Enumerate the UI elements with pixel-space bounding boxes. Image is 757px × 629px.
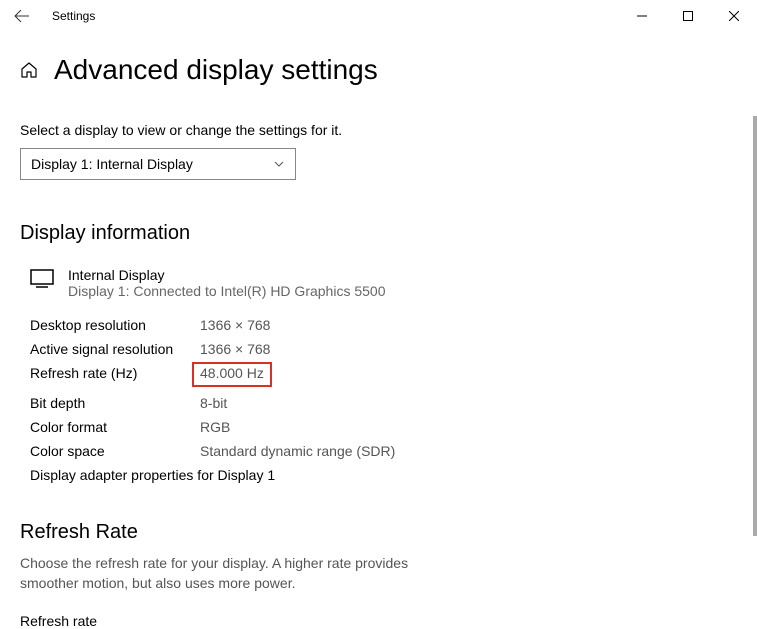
table-row: Desktop resolution 1366 × 768 <box>30 317 737 333</box>
refresh-rate-label: Refresh rate <box>20 613 737 629</box>
home-button[interactable] <box>20 61 38 79</box>
close-icon <box>729 11 739 21</box>
refresh-rate-heading: Refresh Rate <box>20 521 737 544</box>
table-row: Color format RGB <box>30 419 737 435</box>
info-value: 1366 × 768 <box>200 317 270 333</box>
info-label: Refresh rate (Hz) <box>30 365 200 387</box>
titlebar-left: Settings <box>0 0 95 32</box>
display-info-header: Internal Display Display 1: Connected to… <box>30 267 737 299</box>
display-connection: Display 1: Connected to Intel(R) HD Grap… <box>68 283 385 299</box>
display-selector[interactable]: Display 1: Internal Display <box>20 148 296 180</box>
display-info-table: Desktop resolution 1366 × 768 Active sig… <box>30 317 737 459</box>
window-title: Settings <box>52 9 95 23</box>
window-controls <box>619 0 757 32</box>
display-select-label: Select a display to view or change the s… <box>20 122 737 138</box>
content-area: Advanced display settings Select a displ… <box>0 54 757 629</box>
table-row: Active signal resolution 1366 × 768 <box>30 341 737 357</box>
page-title: Advanced display settings <box>54 54 378 86</box>
minimize-icon <box>637 11 647 21</box>
titlebar: Settings <box>0 0 757 32</box>
info-value: 8-bit <box>200 395 227 411</box>
info-label: Color format <box>30 419 200 435</box>
adapter-properties-link[interactable]: Display adapter properties for Display 1 <box>30 467 737 483</box>
info-label: Desktop resolution <box>30 317 200 333</box>
refresh-rate-description: Choose the refresh rate for your display… <box>20 554 420 593</box>
chevron-down-icon <box>273 158 285 170</box>
info-label: Color space <box>30 443 200 459</box>
info-label: Active signal resolution <box>30 341 200 357</box>
info-value: 1366 × 768 <box>200 341 270 357</box>
refresh-rate-value-highlighted: 48.000 Hz <box>192 362 272 387</box>
info-value: RGB <box>200 419 230 435</box>
home-icon <box>20 61 38 79</box>
info-value: Standard dynamic range (SDR) <box>200 443 395 459</box>
close-button[interactable] <box>711 0 757 32</box>
info-label: Bit depth <box>30 395 200 411</box>
table-row: Bit depth 8-bit <box>30 395 737 411</box>
minimize-button[interactable] <box>619 0 665 32</box>
display-name: Internal Display <box>68 267 385 283</box>
scrollbar[interactable] <box>753 116 757 536</box>
back-button[interactable] <box>0 0 44 32</box>
back-arrow-icon <box>14 8 30 24</box>
table-row: Refresh rate (Hz) 48.000 Hz <box>30 365 737 387</box>
maximize-button[interactable] <box>665 0 711 32</box>
display-info-heading: Display information <box>20 222 737 245</box>
table-row: Color space Standard dynamic range (SDR) <box>30 443 737 459</box>
monitor-icon <box>30 269 54 294</box>
display-selector-value: Display 1: Internal Display <box>31 156 193 172</box>
maximize-icon <box>683 11 693 21</box>
page-header: Advanced display settings <box>20 54 737 86</box>
